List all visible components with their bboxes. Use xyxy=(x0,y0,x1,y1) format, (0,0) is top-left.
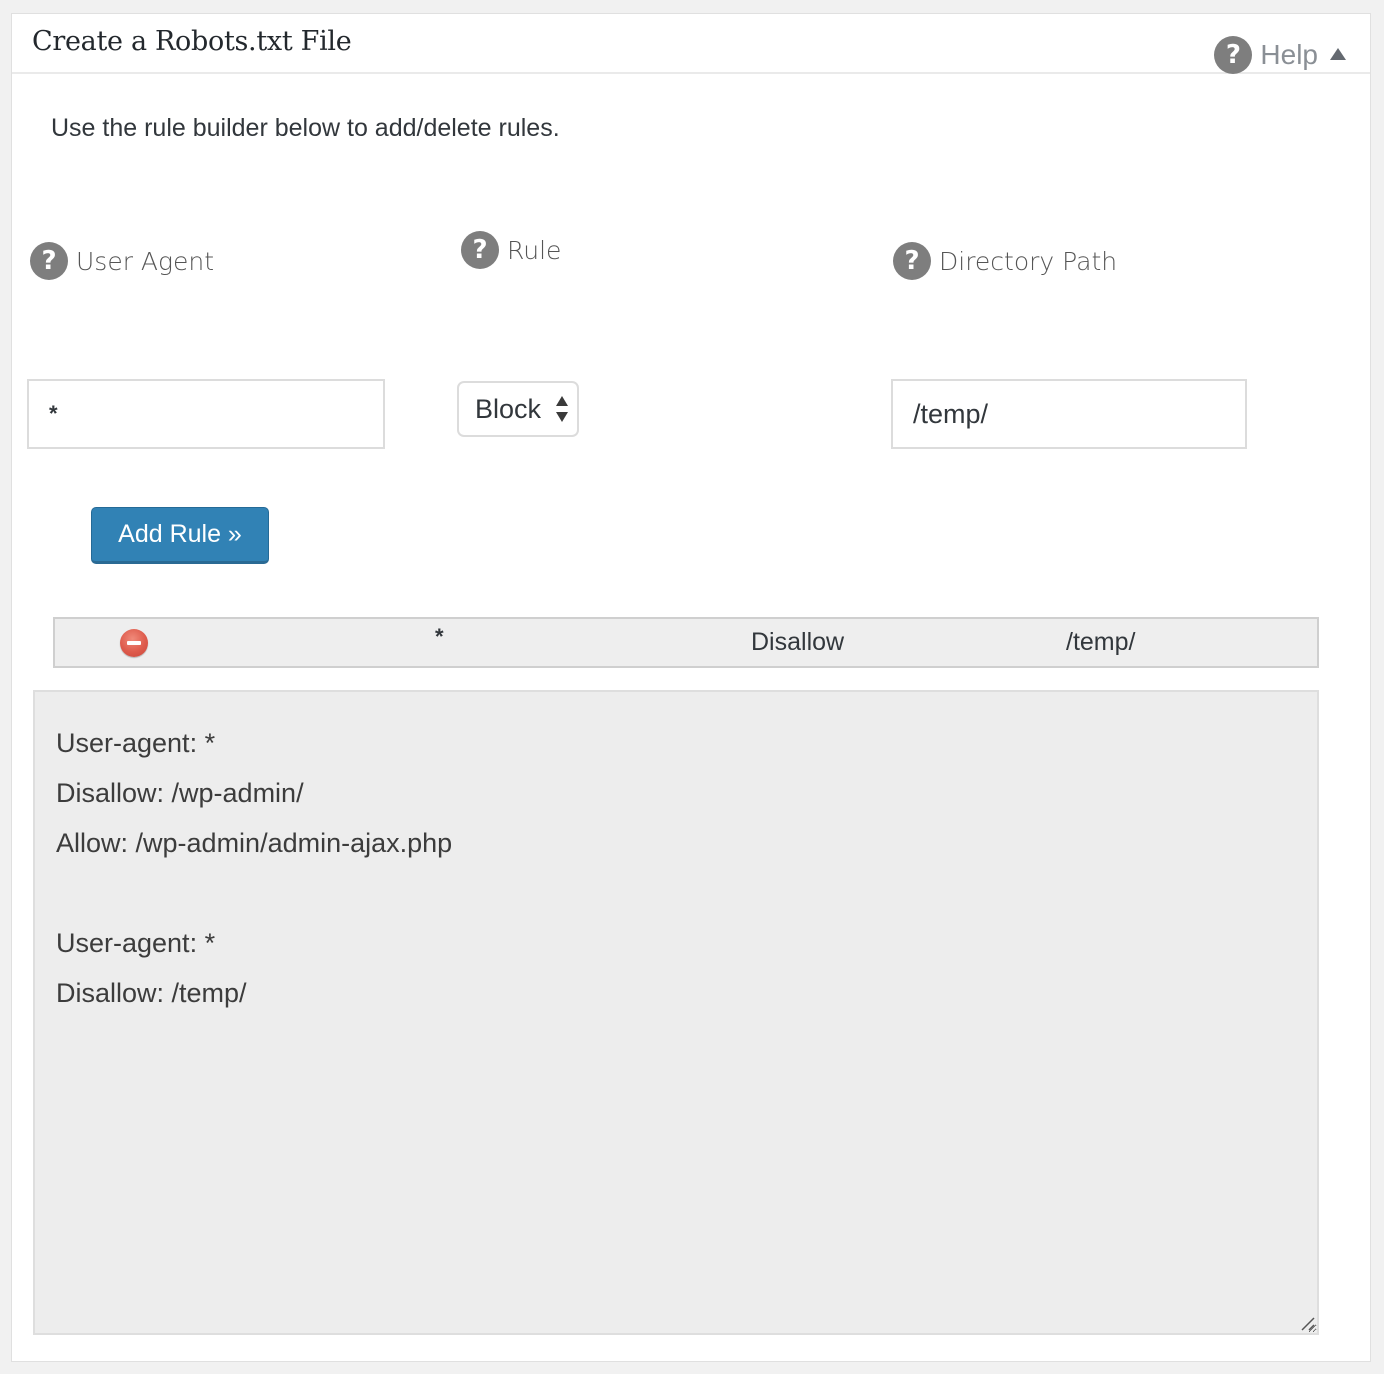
rule-directive: Disallow xyxy=(751,628,845,656)
directory-path-help-icon[interactable]: ? xyxy=(893,242,931,280)
robots-txt-panel: Create a Robots.txt File ? Help Use the … xyxy=(11,13,1371,1362)
add-rule-button[interactable]: Add Rule » xyxy=(91,507,269,564)
directory-path-label: ? Directory Path xyxy=(893,242,1117,280)
help-toggle-button[interactable]: ? Help xyxy=(1214,36,1346,74)
user-agent-label-text: User Agent xyxy=(76,246,215,276)
intro-text: Use the rule builder below to add/delete… xyxy=(51,114,560,142)
rules-table: * Disallow /temp/ xyxy=(53,617,1319,668)
minus-circle-icon xyxy=(127,641,141,645)
rule-select-value: Block xyxy=(475,393,542,424)
help-label: Help xyxy=(1260,39,1318,70)
rule-path: /temp/ xyxy=(1066,628,1136,656)
select-arrows-icon xyxy=(556,396,568,422)
user-agent-input[interactable] xyxy=(27,379,385,449)
user-agent-label: ? User Agent xyxy=(30,242,214,280)
rule-help-icon[interactable]: ? xyxy=(461,231,499,269)
rule-label: ? Rule xyxy=(461,231,561,269)
directory-path-input[interactable] xyxy=(891,379,1247,449)
user-agent-help-icon[interactable]: ? xyxy=(30,242,68,280)
directory-path-label-text: Directory Path xyxy=(939,246,1118,276)
caret-up-icon xyxy=(1330,48,1346,60)
robots-txt-output[interactable] xyxy=(33,690,1319,1335)
panel-title: Create a Robots.txt File xyxy=(32,26,352,57)
rule-select[interactable]: Block xyxy=(457,381,579,437)
panel-header: Create a Robots.txt File ? Help xyxy=(12,14,1370,74)
delete-rule-button[interactable] xyxy=(120,629,148,657)
rule-user-agent: * xyxy=(435,623,444,649)
question-circle-icon: ? xyxy=(1214,36,1253,74)
rule-label-text: Rule xyxy=(507,235,562,265)
